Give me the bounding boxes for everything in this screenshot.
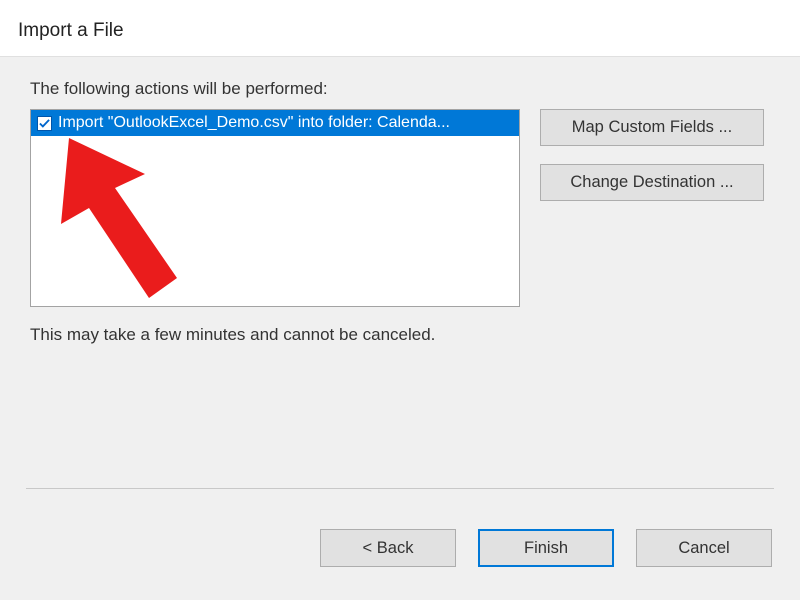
- list-item[interactable]: Import "OutlookExcel_Demo.csv" into fold…: [31, 110, 519, 136]
- dialog-footer: < Back Finish Cancel: [0, 488, 800, 600]
- map-custom-fields-button[interactable]: Map Custom Fields ...: [540, 109, 764, 146]
- dialog-title: Import a File: [0, 0, 800, 56]
- actions-listbox[interactable]: Import "OutlookExcel_Demo.csv" into fold…: [30, 109, 520, 307]
- cancel-button[interactable]: Cancel: [636, 529, 772, 567]
- checkbox-icon[interactable]: [37, 116, 52, 131]
- side-buttons: Map Custom Fields ... Change Destination…: [540, 109, 764, 201]
- change-destination-button[interactable]: Change Destination ...: [540, 164, 764, 201]
- content-row: Import "OutlookExcel_Demo.csv" into fold…: [30, 109, 774, 307]
- annotation-arrow-icon: [59, 132, 219, 307]
- instruction-text: The following actions will be performed:: [30, 79, 774, 99]
- list-item-label: Import "OutlookExcel_Demo.csv" into fold…: [58, 114, 513, 132]
- finish-button[interactable]: Finish: [478, 529, 614, 567]
- dialog-body: The following actions will be performed:…: [0, 56, 800, 488]
- footer-separator: [26, 488, 774, 489]
- footer-buttons: < Back Finish Cancel: [26, 529, 774, 567]
- back-button[interactable]: < Back: [320, 529, 456, 567]
- note-text: This may take a few minutes and cannot b…: [30, 325, 774, 345]
